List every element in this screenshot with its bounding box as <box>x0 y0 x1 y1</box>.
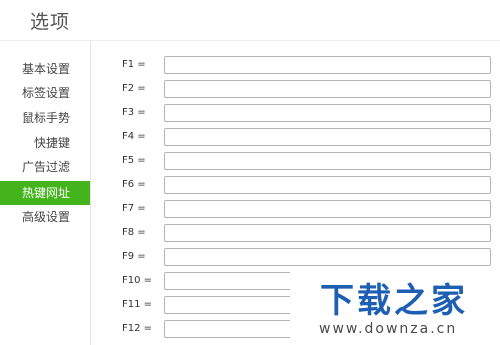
hotkey-row-f2: F2 = <box>0 80 500 100</box>
hotkey-row-f8: F8 = <box>0 224 500 244</box>
hotkey-row-f1: F1 = <box>0 56 500 76</box>
hotkey-url-input-f6[interactable] <box>164 176 491 194</box>
hotkey-url-input-f5[interactable] <box>164 152 491 170</box>
hotkey-label: F9 = <box>122 251 146 262</box>
hotkey-row-f5: F5 = <box>0 152 500 172</box>
hotkey-label: F1 = <box>122 59 146 70</box>
hotkey-row-f9: F9 = <box>0 248 500 268</box>
hotkey-label: F4 = <box>122 131 146 142</box>
watermark-logo: 下载之家 <box>320 281 468 321</box>
hotkey-label: F7 = <box>122 203 146 214</box>
hotkey-url-input-f1[interactable] <box>164 56 491 74</box>
hotkey-row-f4: F4 = <box>0 128 500 148</box>
hotkey-label: F11 = <box>122 299 153 310</box>
hotkey-url-input-f3[interactable] <box>164 104 491 122</box>
hotkey-label: F5 = <box>122 155 146 166</box>
hotkey-url-input-f4[interactable] <box>164 128 491 146</box>
hotkey-url-input-f9[interactable] <box>164 248 491 266</box>
hotkey-label: F12 = <box>122 323 153 334</box>
hotkey-row-f3: F3 = <box>0 104 500 124</box>
hotkey-label: F8 = <box>122 227 146 238</box>
hotkey-label: F3 = <box>122 107 146 118</box>
hotkey-url-input-f8[interactable] <box>164 224 491 242</box>
window-title: 选项 <box>30 11 71 33</box>
hotkey-url-input-f7[interactable] <box>164 200 491 218</box>
watermark: 下载之家 www.downza.cn <box>290 267 500 345</box>
hotkey-label: F2 = <box>122 83 146 94</box>
watermark-url: www.downza.cn <box>319 321 458 337</box>
hotkey-row-f7: F7 = <box>0 200 500 220</box>
hotkey-row-f6: F6 = <box>0 176 500 196</box>
hotkey-label: F10 = <box>122 275 153 286</box>
hotkey-url-input-f2[interactable] <box>164 80 491 98</box>
hotkey-label: F6 = <box>122 179 146 190</box>
